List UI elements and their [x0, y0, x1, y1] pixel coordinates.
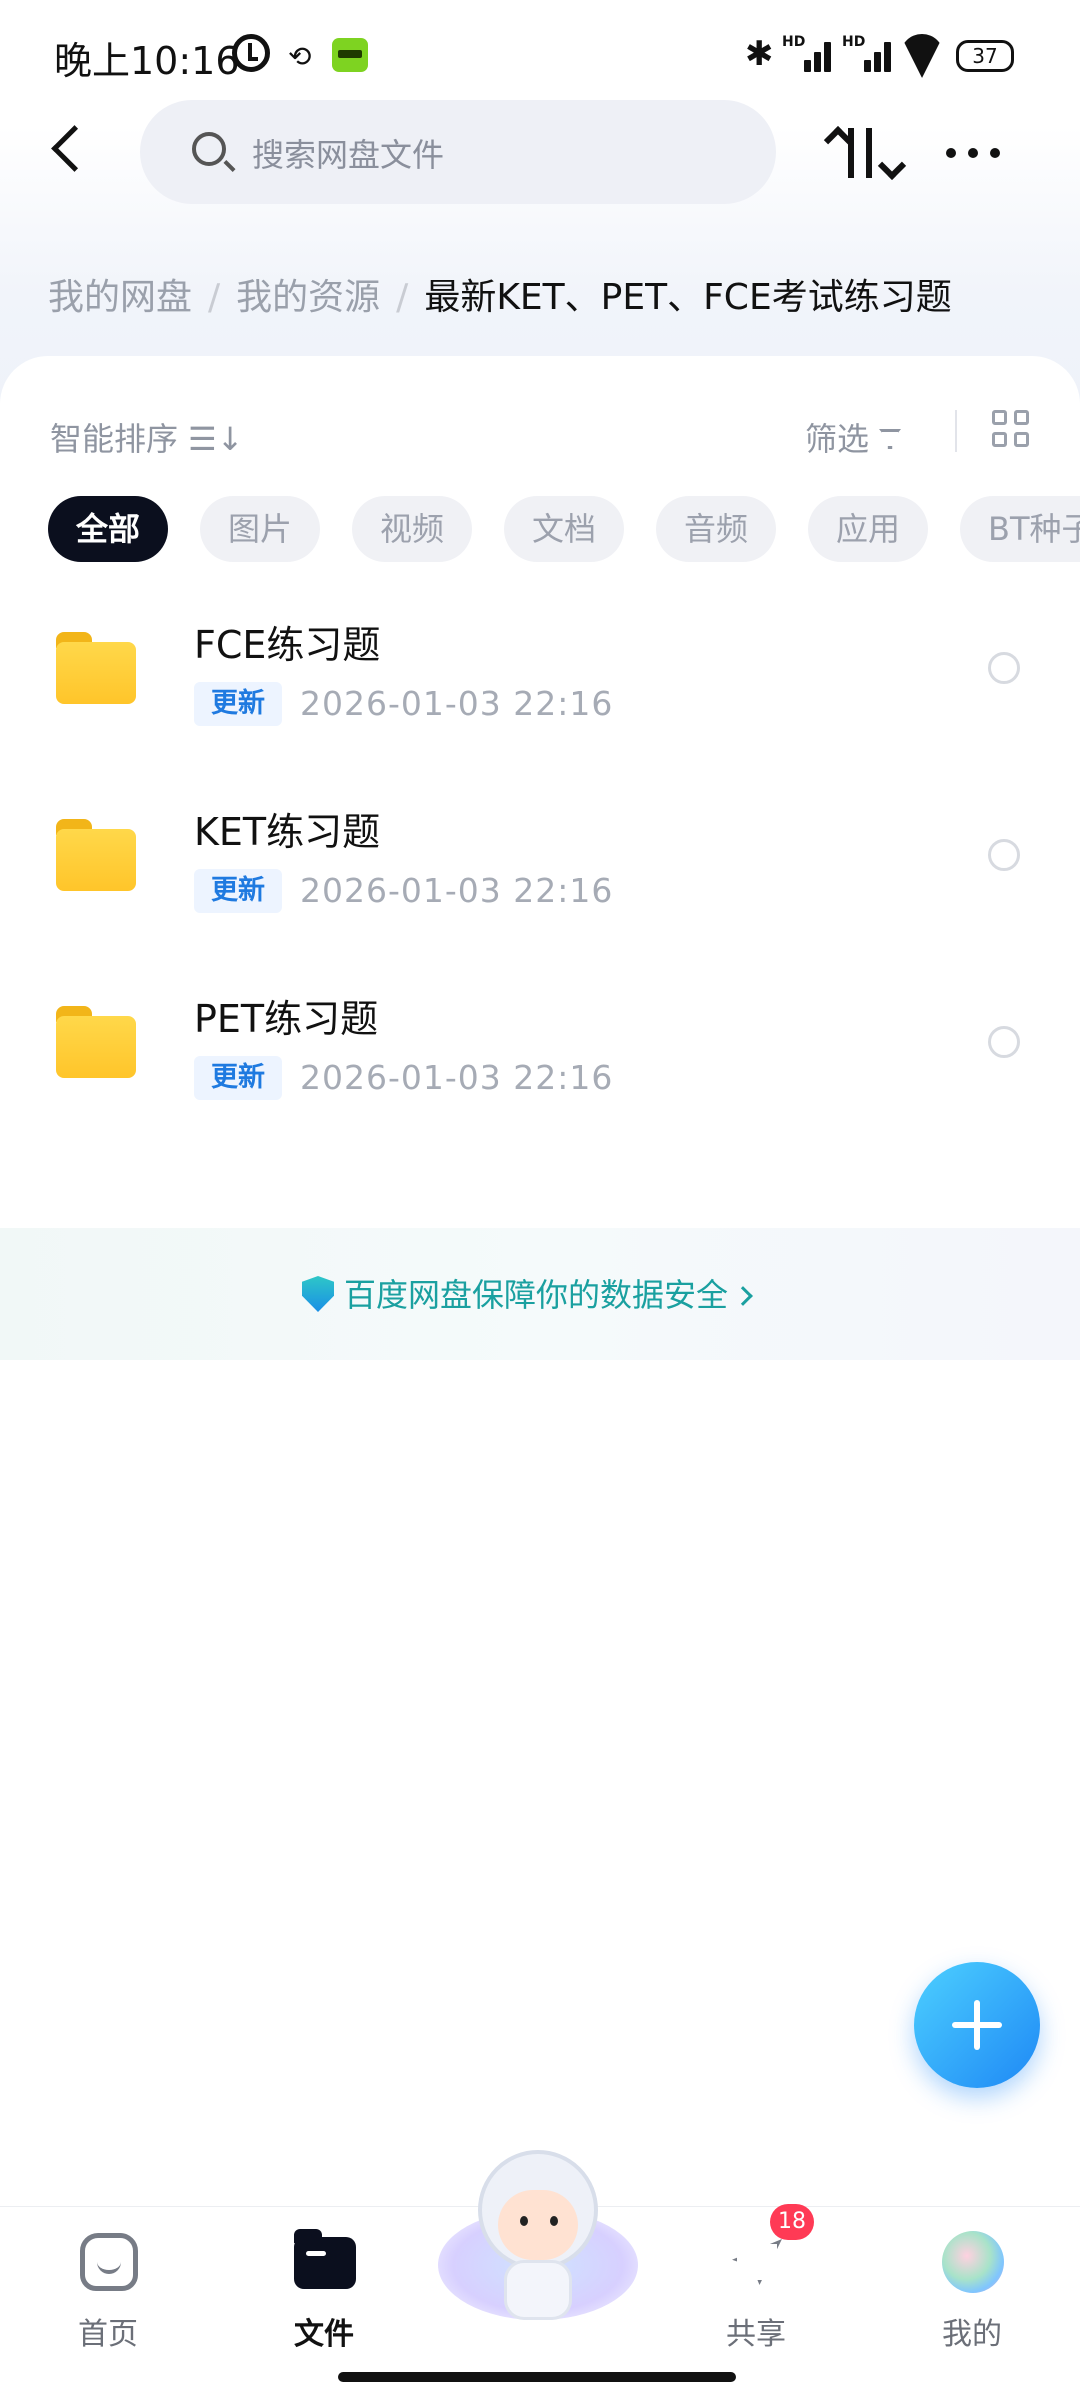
mascot-assistant-icon[interactable]	[438, 2150, 638, 2330]
update-badge: 更新	[194, 1056, 282, 1100]
breadcrumb-item-current: 最新KET、PET、FCE考试练习题	[424, 277, 952, 318]
search-placeholder: 搜索网盘文件	[252, 136, 445, 174]
security-banner[interactable]: 百度网盘保障你的数据安全	[0, 1228, 1080, 1360]
breadcrumb-item-my-drive[interactable]: 我的网盘	[48, 277, 192, 318]
chip-apps[interactable]: 应用	[808, 496, 929, 562]
search-icon	[192, 132, 226, 166]
grid-view-icon[interactable]	[992, 410, 1032, 450]
filter-label: 筛选	[805, 420, 870, 458]
nav-home[interactable]: 首页	[38, 2227, 178, 2352]
home-indicator[interactable]	[338, 2372, 736, 2382]
sort-label: 智能排序	[50, 420, 179, 458]
chip-bt-seeds[interactable]: BT种子	[960, 496, 1080, 562]
folder-icon	[56, 819, 136, 891]
folder-icon	[56, 1006, 136, 1078]
add-button[interactable]	[914, 1962, 1040, 2088]
alarm-icon	[232, 34, 270, 72]
avatar	[942, 2231, 1004, 2293]
status-bar: 晚上10:16 ⟲ ✱ HD HD 37	[0, 0, 1080, 110]
select-radio[interactable]	[988, 839, 1020, 871]
chip-images[interactable]: 图片	[200, 496, 321, 562]
file-name: FCE练习题	[194, 623, 381, 667]
security-banner-content: 百度网盘保障你的数据安全	[302, 1270, 753, 1316]
files-icon	[294, 2229, 356, 2289]
select-radio[interactable]	[988, 1026, 1020, 1058]
nav-files[interactable]: 文件	[254, 2227, 394, 2352]
share-icon	[726, 2231, 786, 2291]
more-icon[interactable]	[940, 130, 1010, 174]
chip-documents[interactable]: 文档	[504, 496, 625, 562]
chip-videos[interactable]: 视频	[352, 496, 473, 562]
update-badge: 更新	[194, 869, 282, 913]
folder-icon	[56, 632, 136, 704]
breadcrumb: 我的网盘 / 我的资源 / 最新KET、PET、FCE考试练习题	[48, 268, 952, 320]
nav-share[interactable]: 共享	[686, 2227, 826, 2352]
file-date: 2026-01-03 22:16	[300, 871, 614, 910]
hd-signal-icon: HD	[782, 34, 834, 72]
update-badge: 更新	[194, 682, 282, 726]
list-item[interactable]: KET练习题 更新 2026-01-03 22:16	[0, 771, 1080, 951]
filter-icon	[879, 427, 909, 455]
home-icon	[80, 2233, 138, 2291]
file-date: 2026-01-03 22:16	[300, 684, 614, 723]
nav-label: 文件	[294, 2317, 354, 2352]
bluetooth-icon: ✱	[745, 34, 774, 74]
list-item[interactable]: PET练习题 更新 2026-01-03 22:16	[0, 958, 1080, 1138]
file-date: 2026-01-03 22:16	[300, 1058, 614, 1097]
nav-label: 我的	[942, 2317, 1002, 2352]
back-icon[interactable]	[40, 120, 100, 180]
page: 晚上10:16 ⟲ ✱ HD HD 37 搜索网盘文件 我的网盘 / 我的资源 …	[0, 0, 1080, 2400]
sort-lines-icon: ☰↓	[188, 420, 244, 458]
chip-audio[interactable]: 音频	[656, 496, 777, 562]
battery-icon: 37	[956, 40, 1014, 72]
breadcrumb-item-my-resources[interactable]: 我的资源	[236, 277, 380, 318]
sort-icon[interactable]	[830, 120, 890, 190]
security-banner-text: 百度网盘保障你的数据安全	[344, 1276, 729, 1314]
status-time: 晚上10:16	[54, 39, 240, 83]
search-input[interactable]: 搜索网盘文件	[140, 100, 776, 204]
sync-icon: ⟲	[288, 40, 312, 73]
battery-level: 37	[972, 44, 998, 68]
share-badge: 18	[770, 2204, 814, 2240]
wifi-icon	[900, 34, 944, 70]
chevron-right-icon	[733, 1286, 753, 1306]
filter-button[interactable]: 筛选	[805, 414, 909, 460]
nav-me[interactable]: 我的	[902, 2227, 1042, 2352]
smart-sort-button[interactable]: 智能排序 ☰↓	[50, 414, 244, 460]
toolbar-divider	[955, 410, 957, 452]
select-radio[interactable]	[988, 652, 1020, 684]
breadcrumb-separator: /	[208, 277, 221, 318]
breadcrumb-separator: /	[396, 277, 409, 318]
file-name: PET练习题	[194, 997, 379, 1041]
list-item[interactable]: FCE练习题 更新 2026-01-03 22:16	[0, 584, 1080, 764]
app-badge-icon	[332, 38, 368, 72]
nav-label: 首页	[78, 2317, 138, 2352]
file-name: KET练习题	[194, 810, 381, 854]
hd-signal-icon: HD	[842, 34, 894, 72]
chip-all[interactable]: 全部	[48, 496, 169, 562]
nav-label: 共享	[726, 2317, 786, 2352]
shield-icon	[302, 1276, 334, 1312]
